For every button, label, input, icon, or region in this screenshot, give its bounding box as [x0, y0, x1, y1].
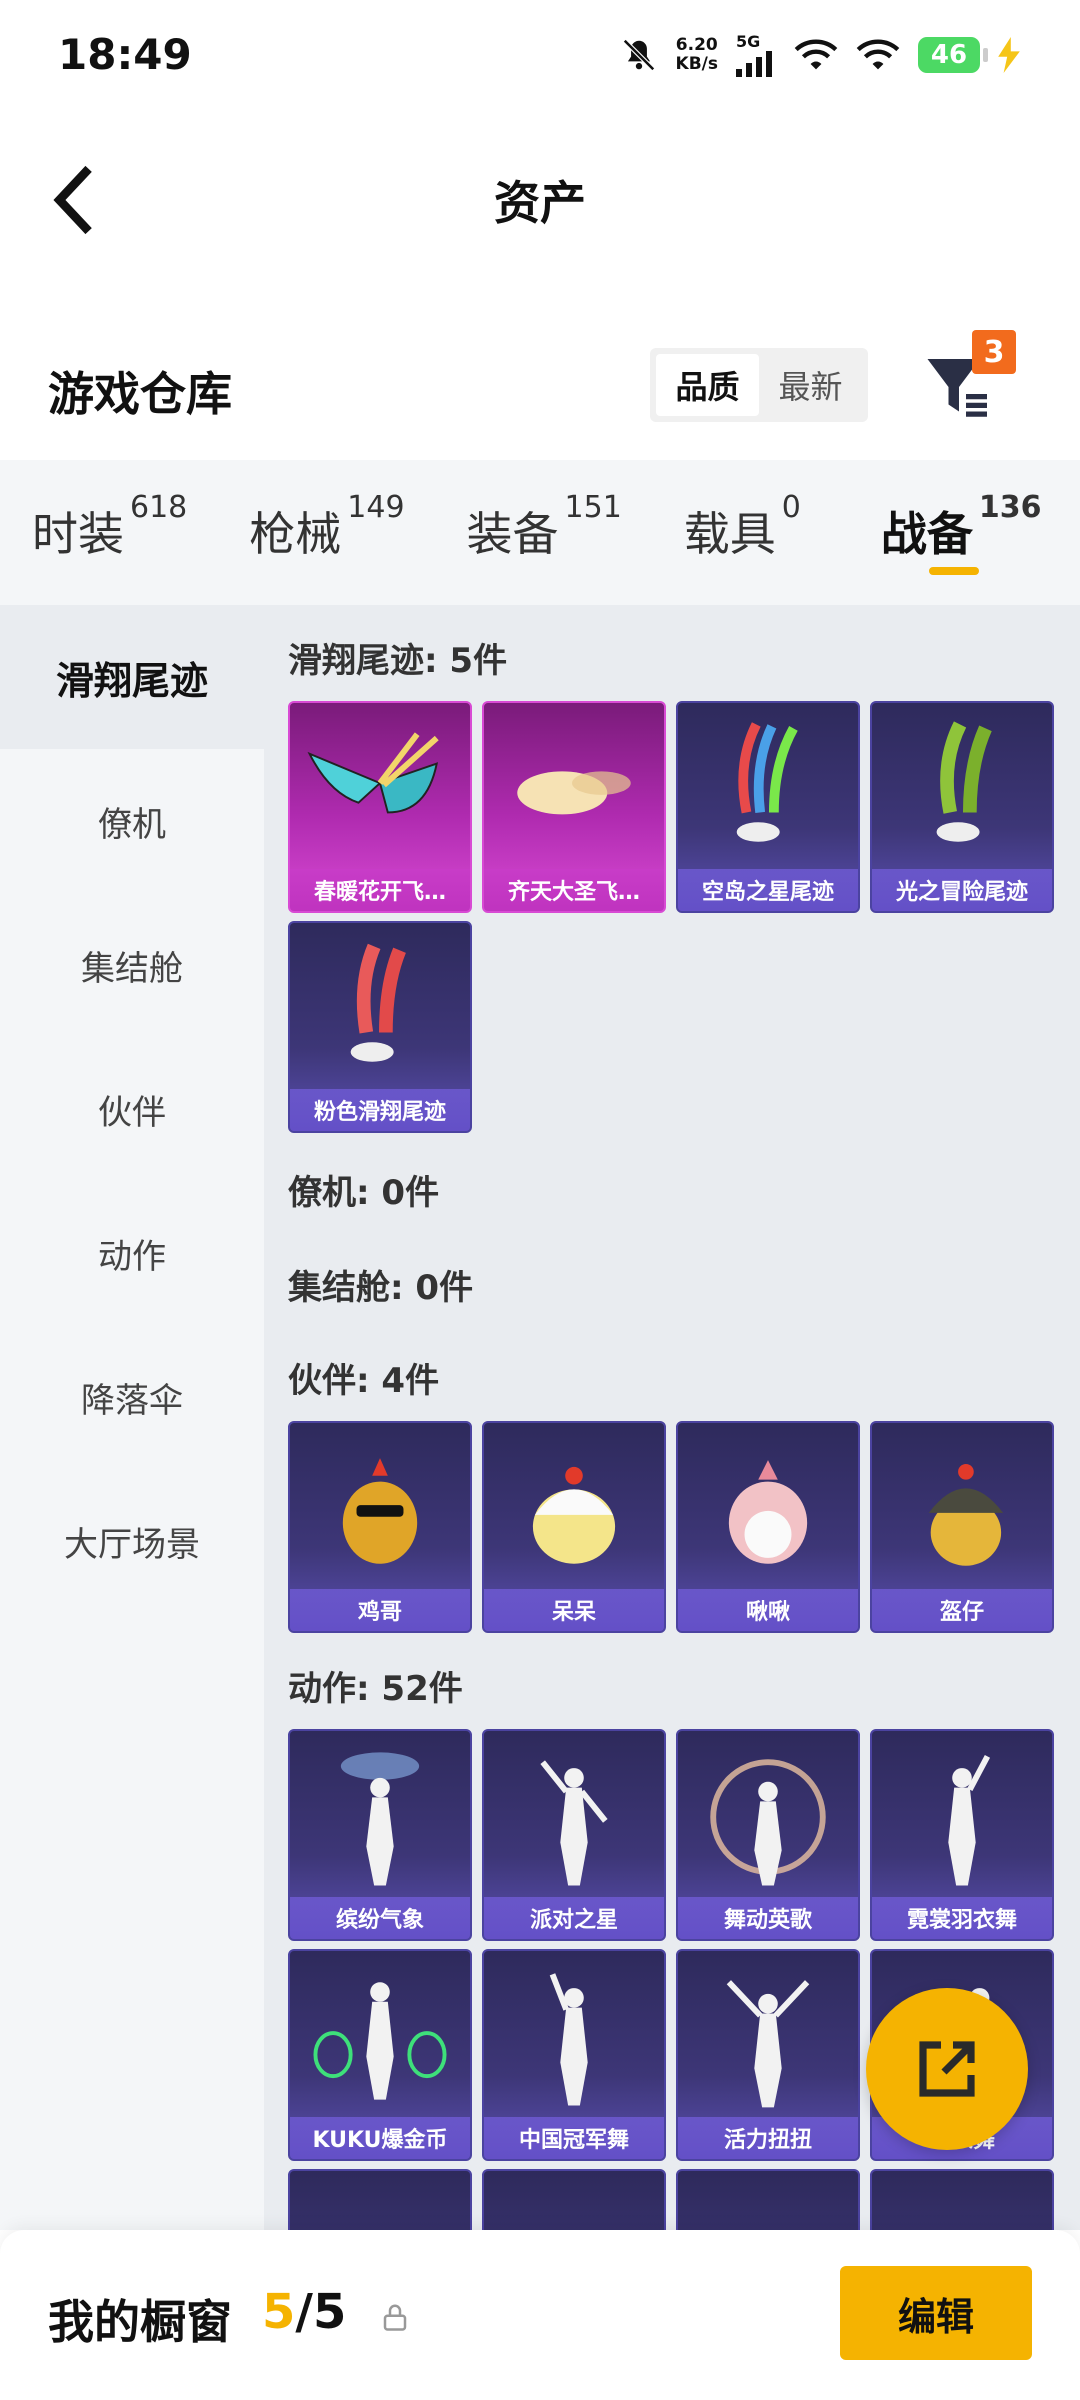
status-icons: 6.20 KB/s 5G 46	[620, 32, 1020, 77]
chicken-partner-image	[342, 1458, 418, 1564]
item-card[interactable]: 春暖花开飞…	[288, 701, 472, 913]
dancer-swirl-image	[710, 1759, 826, 1886]
group-title-partner: 伙伴: 4件	[288, 1361, 440, 1401]
subcategory-sidebar: 滑翔尾迹 僚机 集结舱 伙伴 动作 降落伞 大厅场景	[0, 605, 264, 2230]
pink-trail-image	[350, 943, 406, 1062]
sidebar-item-rally-pod[interactable]: 集结舱	[0, 893, 264, 1037]
page-title: 资产	[494, 176, 586, 230]
dancer-figure-image	[340, 1752, 420, 1886]
wifi-icon-2	[856, 39, 900, 69]
sidebar-item-wingman[interactable]: 僚机	[0, 749, 264, 893]
battery-indicator: 46	[918, 36, 988, 73]
lock-icon	[383, 2304, 407, 2331]
item-card[interactable]: 派对之星	[482, 1729, 666, 1941]
sidebar-item-lobby-scene[interactable]: 大厅场景	[0, 1469, 264, 1613]
item-card[interactable]: 啾啾	[676, 1421, 860, 1633]
sidebar-item-parachute[interactable]: 降落伞	[0, 1325, 264, 1469]
external-link-icon	[919, 2041, 975, 2097]
filter-button[interactable]: 3	[920, 330, 1016, 425]
tab-guns[interactable]: 枪械 149	[249, 460, 404, 605]
showcase-bar: 我的橱窗 5/5 编辑	[0, 2230, 1080, 2400]
group-title-glide: 滑翔尾迹: 5件	[288, 641, 508, 681]
item-content: 滑翔尾迹: 5件 春暖花开飞… 齐天大圣飞… 空岛之星尾迹 光之冒险尾迹 粉色滑…	[264, 605, 1080, 2230]
item-card[interactable]	[676, 2169, 860, 2230]
warehouse-header: 游戏仓库 品质 最新 3	[0, 290, 1080, 460]
item-card[interactable]: 活力扭扭	[676, 1949, 860, 2161]
item-card[interactable]	[870, 2169, 1054, 2230]
charging-bolt-icon	[998, 36, 1020, 73]
dancer-figure-image	[540, 1760, 608, 1886]
money-bag-dancer-image	[313, 1982, 447, 2100]
showcase-label: 我的橱窗	[48, 2295, 232, 2349]
group-title-wingman: 僚机: 0件	[288, 1173, 440, 1213]
sidebar-item-emote[interactable]: 动作	[0, 1181, 264, 1325]
item-card[interactable]: 齐天大圣飞…	[482, 701, 666, 913]
item-card[interactable]: 中国冠军舞	[482, 1949, 666, 2161]
net-speed: 6.20 KB/s	[675, 34, 718, 74]
edit-button[interactable]: 编辑	[840, 2266, 1032, 2360]
item-card[interactable]: 鸡哥	[288, 1421, 472, 1633]
group-title-emote: 动作: 52件	[288, 1669, 463, 1709]
rainbow-trail-image	[736, 722, 798, 842]
helmet-chick-partner-image	[928, 1463, 1004, 1566]
item-card[interactable]: 舞动英歌	[676, 1729, 860, 1941]
item-card[interactable]: KUKU爆金币	[288, 1949, 472, 2161]
item-card[interactable]: 缤纷气象	[288, 1729, 472, 1941]
category-tabs: 时装 618 枪械 149 装备 151 载具 0 战备 136	[0, 460, 1080, 605]
app-header: 资产	[0, 115, 1080, 285]
sidebar-item-partner[interactable]: 伙伴	[0, 1037, 264, 1181]
dancer-figure-image	[726, 1980, 810, 2108]
tab-vehicles[interactable]: 载具 0	[684, 460, 801, 605]
item-card[interactable]: 粉色滑翔尾迹	[288, 921, 472, 1133]
item-card[interactable]: 光之冒险尾迹	[870, 701, 1054, 913]
green-trail-image	[936, 721, 992, 842]
group-title-pod: 集结舱: 0件	[288, 1268, 474, 1308]
chick-partner-image	[532, 1466, 616, 1564]
item-card[interactable]	[288, 2169, 472, 2230]
dancer-figure-image	[948, 1754, 991, 1886]
item-card[interactable]	[482, 2169, 666, 2230]
sidebar-item-glide-trail[interactable]: 滑翔尾迹	[0, 605, 264, 749]
cell-signal-icon	[736, 51, 772, 77]
filter-count-badge: 3	[972, 330, 1016, 374]
butterfly-glider-image	[307, 732, 439, 814]
item-card[interactable]: 空岛之星尾迹	[676, 701, 860, 913]
status-bar: 18:49 6.20 KB/s 5G 46	[0, 0, 1080, 115]
cell-signal: 5G	[736, 32, 776, 77]
tab-combat-gear[interactable]: 战备 136	[881, 460, 1042, 605]
tab-fashion[interactable]: 时装 618	[32, 460, 187, 605]
bird-partner-image	[728, 1460, 808, 1564]
status-time: 18:49	[58, 30, 192, 79]
tab-equipment[interactable]: 装备 151	[467, 460, 622, 605]
tab-active-indicator	[928, 567, 979, 575]
item-card[interactable]: 盔仔	[870, 1421, 1054, 1633]
wifi-icon	[794, 39, 838, 69]
sort-toggle: 品质 最新	[650, 348, 868, 422]
item-card[interactable]: 呆呆	[482, 1421, 666, 1633]
share-fab-button[interactable]	[866, 1988, 1028, 2150]
showcase-count: 5/5	[262, 2284, 347, 2340]
sort-quality-button[interactable]: 品质	[656, 354, 759, 416]
dancer-figure-image	[549, 1973, 588, 2106]
warehouse-title: 游戏仓库	[48, 367, 232, 421]
cloud-trail-image	[517, 771, 631, 815]
sort-newest-button[interactable]: 最新	[759, 354, 862, 416]
item-card[interactable]: 霓裳羽衣舞	[870, 1729, 1054, 1941]
mute-bell-icon	[622, 38, 655, 71]
